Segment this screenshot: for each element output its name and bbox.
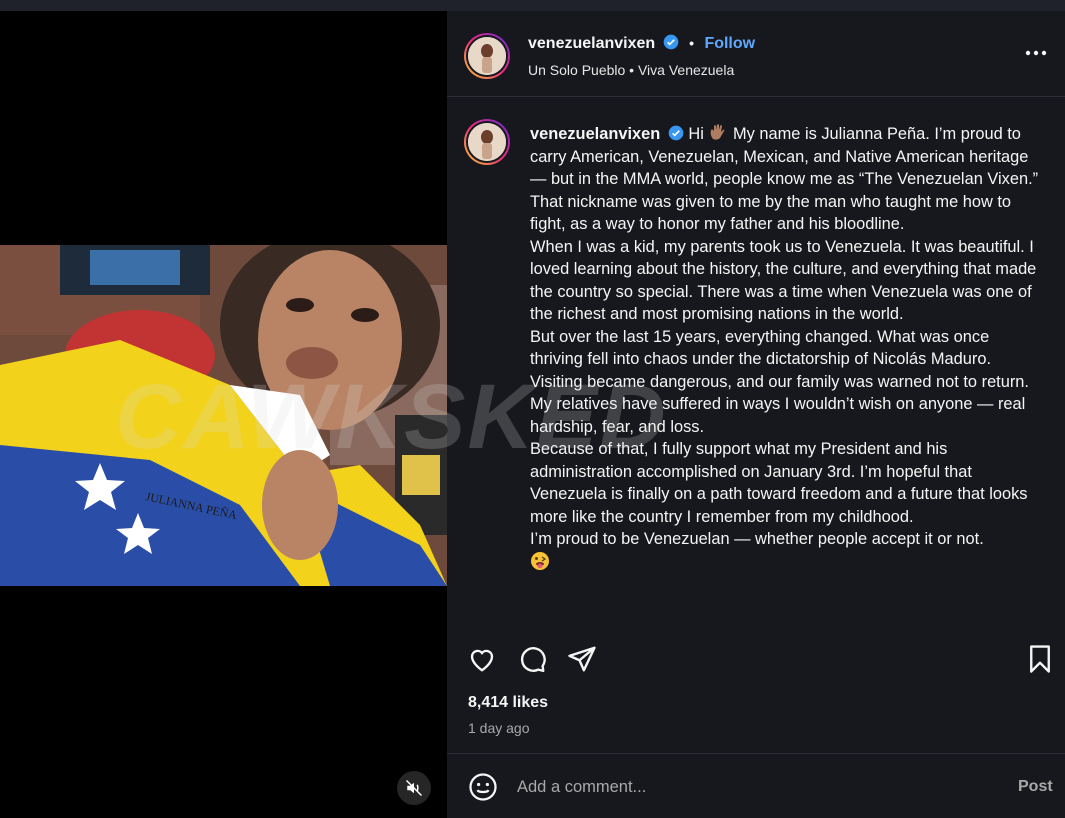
comment-bar: Post [447,753,1065,818]
comment-icon[interactable] [517,644,547,674]
post-location[interactable]: Un Solo Pueblo • Viva Venezuela [528,62,734,78]
post-media[interactable]: JULIANNA PEÑA [0,11,447,818]
share-icon[interactable] [567,644,597,674]
caption-greeting: Hi [688,125,704,143]
heart-icon[interactable] [467,644,497,674]
caption-username[interactable]: venezuelanvixen [530,125,660,143]
avatar-image [468,123,506,161]
caption-paragraph-4: Because of that, I fully support what my… [530,440,1028,526]
verified-badge-icon [668,125,684,141]
comment-input[interactable] [517,772,987,802]
avatar-image [468,37,506,75]
mute-button[interactable] [397,771,431,805]
follow-button[interactable]: Follow [704,35,755,52]
post-details-panel: venezuelanvixen • Follow Un Solo Pueblo … [447,11,1065,818]
speaker-muted-icon [405,779,423,797]
post-comment-button[interactable]: Post [1018,778,1053,796]
caption-avatar[interactable] [464,119,510,165]
likes-count[interactable]: 8,414 likes [468,694,548,712]
post-actions [447,641,1065,677]
separator-dot: • [689,35,694,51]
caption-paragraph-2: When I was a kid, my parents took us to … [530,237,1037,324]
bookmark-icon[interactable] [1025,644,1055,674]
more-options-icon[interactable] [1021,43,1051,63]
caption-text: venezuelanvixen Hi My name is Julianna P… [530,123,1045,575]
selfie-image: JULIANNA PEÑA [0,245,447,586]
smiley-icon[interactable] [468,772,498,802]
waving-hand-icon [711,124,725,140]
avatar[interactable] [464,33,510,79]
caption-paragraph-5: I’m proud to be Venezuelan — whether peo… [530,530,984,548]
post-photo: JULIANNA PEÑA [0,245,447,586]
verified-badge-icon [663,34,678,50]
caption-paragraph-3: But over the last 15 years, everything c… [530,327,1029,436]
post-username[interactable]: venezuelanvixen [528,35,655,52]
tongue-emoji-icon [531,551,549,570]
top-strip [0,0,1065,11]
post-header: venezuelanvixen • Follow Un Solo Pueblo … [447,11,1065,97]
post-time[interactable]: 1 day ago [468,720,530,736]
